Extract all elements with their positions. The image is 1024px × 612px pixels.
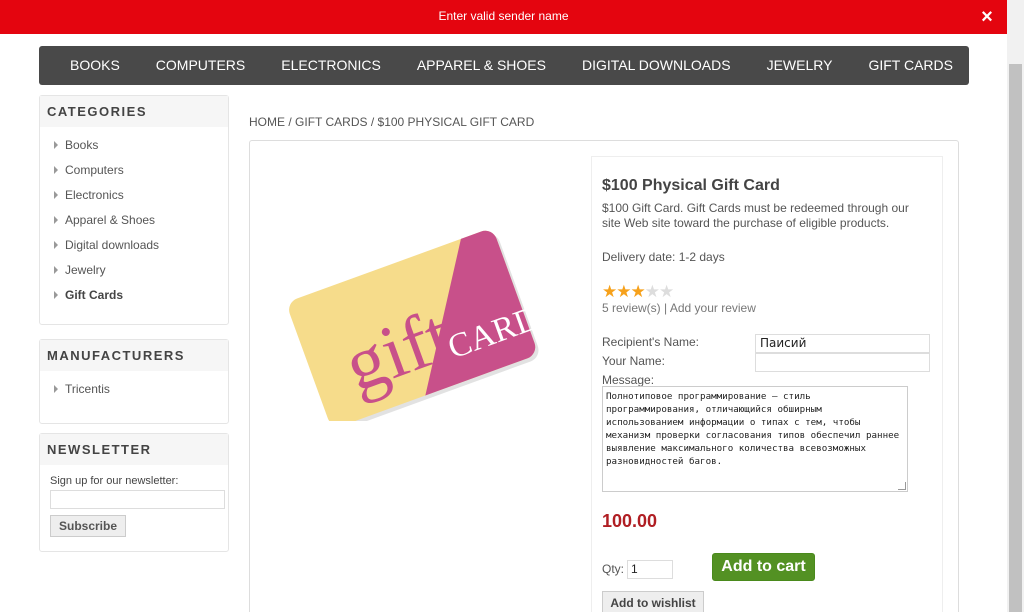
top-menu: BOOKS COMPUTERS ELECTRONICS APPAREL & SH… xyxy=(39,46,969,85)
arrow-right-icon xyxy=(54,385,58,393)
message-label: Message: xyxy=(602,373,655,387)
categories-list: Books Computers Electronics Apparel & Sh… xyxy=(40,127,228,312)
quantity-input[interactable]: 1 xyxy=(627,560,673,579)
category-item-apparel-shoes[interactable]: Apparel & Shoes xyxy=(54,208,228,233)
newsletter-email-input[interactable] xyxy=(50,490,225,509)
newsletter-title: NEWSLETTER xyxy=(40,434,228,465)
breadcrumb-category-link[interactable]: GIFT CARDS xyxy=(295,115,367,129)
your-name-input[interactable] xyxy=(755,353,930,372)
category-label: Digital downloads xyxy=(65,238,160,252)
category-item-books[interactable]: Books xyxy=(54,133,228,158)
add-to-cart-button[interactable]: Add to cart xyxy=(712,553,815,581)
category-item-digital-downloads[interactable]: Digital downloads xyxy=(54,233,228,258)
notification-text: Enter valid sender name xyxy=(438,9,569,23)
category-item-electronics[interactable]: Electronics xyxy=(54,183,228,208)
menu-item-apparel-shoes[interactable]: APPAREL & SHOES xyxy=(399,46,564,85)
breadcrumb: HOME / GIFT CARDS / $100 PHYSICAL GIFT C… xyxy=(249,115,534,129)
reviews-separator: | xyxy=(664,301,668,315)
product-title: $100 Physical Gift Card xyxy=(602,177,780,194)
menu-item-gift-cards[interactable]: GIFT CARDS xyxy=(850,46,971,85)
product-price: 100.00 xyxy=(602,511,658,531)
category-item-computers[interactable]: Computers xyxy=(54,158,228,183)
categories-title: CATEGORIES xyxy=(40,96,228,127)
manufacturers-list: Tricentis xyxy=(40,371,228,406)
your-name-label: Your Name: xyxy=(602,354,665,368)
breadcrumb-current: $100 PHYSICAL GIFT CARD xyxy=(377,115,535,129)
categories-block: CATEGORIES Books Computers Electronics A… xyxy=(39,95,229,325)
menu-item-computers[interactable]: COMPUTERS xyxy=(138,46,263,85)
breadcrumb-home-link[interactable]: HOME xyxy=(249,115,285,129)
product-image[interactable]: gift CARD xyxy=(280,221,560,430)
manufacturer-item-tricentis[interactable]: Tricentis xyxy=(54,377,228,402)
newsletter-block: NEWSLETTER Sign up for our newsletter: S… xyxy=(39,433,229,552)
newsletter-label: Sign up for our newsletter: xyxy=(50,475,179,487)
star-icon: ★ xyxy=(630,282,646,301)
product-description: $100 Gift Card. Gift Cards must be redee… xyxy=(602,201,909,230)
arrow-right-icon xyxy=(54,241,58,249)
category-item-gift-cards[interactable]: Gift Cards xyxy=(54,283,228,308)
vertical-scrollbar[interactable] xyxy=(1007,0,1024,612)
message-text: Полнотиповое программирование — стиль пр… xyxy=(606,391,905,467)
star-icon: ★ xyxy=(616,282,631,301)
quantity-label: Qty: xyxy=(602,562,625,576)
star-empty-icon: ★ xyxy=(644,282,660,301)
resize-handle-icon[interactable] xyxy=(898,482,906,490)
menu-item-jewelry[interactable]: JEWELRY xyxy=(749,46,851,85)
add-review-link[interactable]: Add your review xyxy=(670,301,756,315)
menu-item-books[interactable]: BOOKS xyxy=(39,46,138,85)
manufacturers-block: MANUFACTURERS Tricentis xyxy=(39,339,229,424)
breadcrumb-separator: / xyxy=(288,115,292,129)
star-icon: ★ xyxy=(602,282,617,301)
arrow-right-icon xyxy=(54,141,58,149)
category-label: Books xyxy=(65,138,99,152)
category-label: Apparel & Shoes xyxy=(65,213,156,227)
delivery-date: Delivery date: 1-2 days xyxy=(602,250,725,264)
breadcrumb-separator: / xyxy=(370,115,375,129)
rating-stars: ★★★★★ xyxy=(602,282,674,301)
subscribe-button[interactable]: Subscribe xyxy=(50,515,127,537)
gift-card-image: gift CARD xyxy=(285,227,545,430)
star-empty-icon: ★ xyxy=(659,282,674,301)
reviews-count-link[interactable]: 5 review(s) xyxy=(602,301,661,315)
reviews-line: 5 review(s) | Add your review xyxy=(602,301,756,315)
arrow-right-icon xyxy=(54,166,58,174)
arrow-right-icon xyxy=(54,216,58,224)
category-label: Electronics xyxy=(65,188,124,202)
scrollbar-thumb[interactable] xyxy=(1009,64,1022,612)
manufacturer-label: Tricentis xyxy=(65,382,110,396)
category-item-jewelry[interactable]: Jewelry xyxy=(54,258,228,283)
add-to-wishlist-button[interactable]: Add to wishlist xyxy=(602,591,704,612)
arrow-right-icon xyxy=(54,291,58,299)
menu-item-electronics[interactable]: ELECTRONICS xyxy=(263,46,399,85)
menu-item-digital-downloads[interactable]: DIGITAL DOWNLOADS xyxy=(564,46,749,85)
message-textarea[interactable]: Полнотиповое программирование — стиль пр… xyxy=(602,386,908,492)
recipient-name-label: Recipient's Name: xyxy=(602,335,699,349)
notification-bar: Enter valid sender name × xyxy=(0,0,1007,34)
category-label: Gift Cards xyxy=(65,288,124,302)
close-icon[interactable]: × xyxy=(979,7,995,27)
product-details-panel: gift CARD $100 Physical Gift Card $100 G… xyxy=(249,140,959,612)
manufacturers-title: MANUFACTURERS xyxy=(40,340,228,371)
arrow-right-icon xyxy=(54,266,58,274)
category-label: Computers xyxy=(65,163,124,177)
product-overview: $100 Physical Gift Card $100 Gift Card. … xyxy=(591,156,943,612)
category-label: Jewelry xyxy=(65,263,106,277)
recipient-name-input[interactable]: Паисий xyxy=(755,334,930,353)
arrow-right-icon xyxy=(54,191,58,199)
